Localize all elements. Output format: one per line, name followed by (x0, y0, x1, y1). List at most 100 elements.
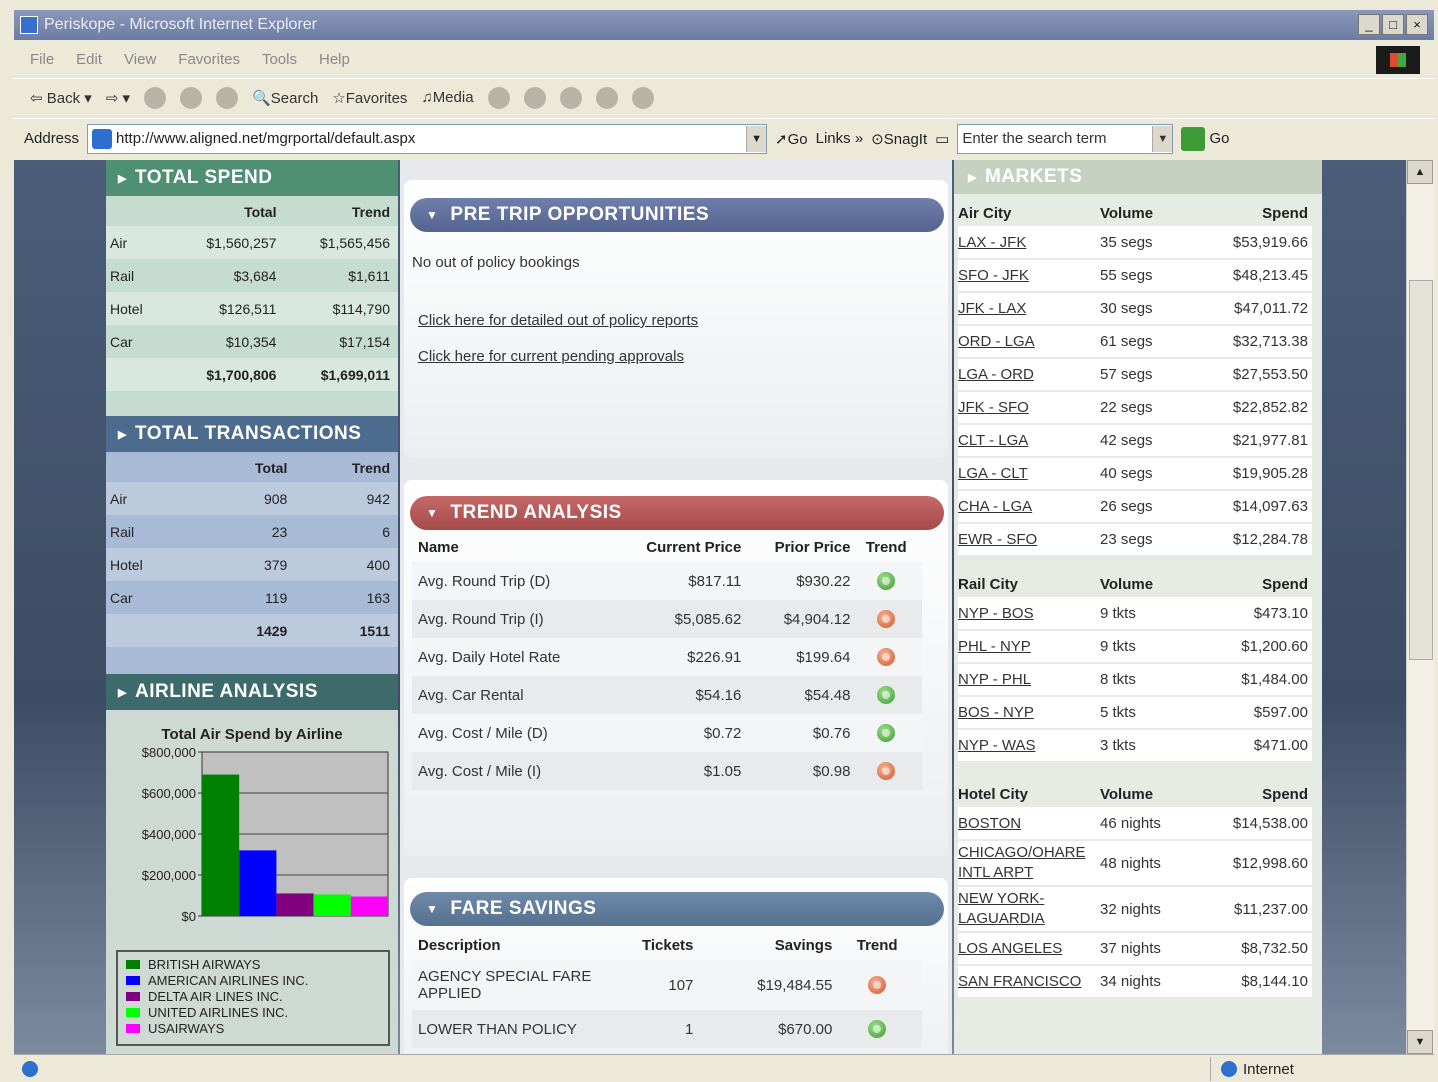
legend-swatch (126, 975, 140, 985)
address-label: Address (24, 130, 80, 147)
maximize-button[interactable]: □ (1382, 14, 1404, 35)
market-city-link[interactable]: EWR - SFO (958, 523, 1100, 557)
menu-favorites[interactable]: Favorites (178, 51, 240, 68)
trend-down-icon (868, 976, 887, 995)
row-label: Rail (110, 523, 135, 540)
market-city-link[interactable]: JFK - SFO (958, 391, 1100, 425)
col-header: Air City (958, 205, 1012, 222)
trend-down-icon (877, 648, 896, 667)
market-city-link[interactable]: CHA - LGA (958, 490, 1100, 524)
market-city-link[interactable]: NYP - PHL (958, 663, 1100, 697)
go-button[interactable]: ➚Go (775, 130, 808, 148)
market-volume: 9 tkts (1100, 630, 1191, 664)
snagit-window-icon[interactable]: ▭ (935, 130, 949, 148)
market-city-link[interactable]: CHICAGO/OHARE INTL ARPT (958, 840, 1100, 887)
pending-approvals-link[interactable]: Click here for current pending approvals (418, 348, 684, 365)
print-icon[interactable] (559, 86, 582, 109)
forward-button[interactable]: ⇨ ▾ (106, 89, 130, 107)
legend-item: AMERICAN AIRLINES INC. (126, 972, 380, 988)
legend-label: USAIRWAYS (148, 1020, 225, 1036)
search-button[interactable]: 🔍Search (252, 89, 318, 107)
trend-value: 6 (382, 523, 390, 540)
stop-icon[interactable] (144, 86, 167, 109)
menu-view[interactable]: View (124, 51, 156, 68)
market-spend: $1,484.00 (1190, 663, 1312, 697)
market-city-link[interactable]: NEW YORK-LAGUARDIA (958, 886, 1100, 933)
menu-help[interactable]: Help (319, 51, 350, 68)
search-dropdown-icon[interactable]: ▼ (1152, 125, 1173, 152)
trend-value: $17,154 (339, 333, 390, 350)
table-row: Air $1,560,257 $1,565,456 (106, 226, 398, 259)
col-header: Hotel City (958, 786, 1029, 803)
triangle-icon: ▶ (118, 686, 127, 699)
legend-swatch (126, 991, 140, 1001)
market-city-link[interactable]: CLT - LGA (958, 424, 1100, 458)
bar-british-airways (202, 774, 240, 916)
media-button[interactable]: ♫Media (421, 89, 473, 106)
fare-savings: $670.00 (701, 1010, 841, 1048)
market-row: LGA - CLT 40 segs $19,905.28 (958, 457, 1312, 491)
market-row: EWR - SFO 23 segs $12,284.78 (958, 523, 1312, 557)
market-volume: 37 nights (1100, 932, 1193, 966)
edit-icon[interactable] (595, 86, 618, 109)
market-city-link[interactable]: JFK - LAX (958, 292, 1100, 326)
scroll-thumb[interactable] (1409, 280, 1433, 660)
market-city-link[interactable]: LGA - ORD (958, 358, 1100, 392)
minimize-button[interactable]: _ (1358, 14, 1380, 35)
market-volume: 40 segs (1100, 457, 1186, 491)
sum-trend: $1,699,011 (284, 358, 398, 391)
fare-description: LOWER THAN POLICY (412, 1010, 602, 1048)
menu-file[interactable]: File (30, 51, 54, 68)
table-row: Hotel $126,511 $114,790 (106, 292, 398, 325)
total-spend-table: Total Trend Air $1,560,257 $1,565,456 Ra… (106, 196, 398, 391)
total-value: 119 (265, 589, 288, 606)
market-city-link[interactable]: NYP - WAS (958, 729, 1100, 763)
market-city-link[interactable]: SFO - JFK (958, 259, 1100, 293)
market-city-link[interactable]: PHL - NYP (958, 630, 1100, 664)
history-icon[interactable] (487, 86, 510, 109)
search-go-button[interactable]: Go (1181, 126, 1230, 151)
close-button[interactable]: × (1406, 14, 1428, 35)
discuss-icon[interactable] (631, 86, 654, 109)
back-button[interactable]: ⇦ Back ▾ (30, 89, 92, 107)
market-city-link[interactable]: LGA - CLT (958, 457, 1100, 491)
zone-label: Internet (1243, 1060, 1294, 1078)
market-city-link[interactable]: LAX - JFK (958, 226, 1100, 260)
windows-logo-icon (1376, 46, 1420, 74)
market-city-link[interactable]: SAN FRANCISCO (958, 965, 1100, 999)
market-row: NYP - BOS 9 tkts $473.10 (958, 597, 1312, 631)
snagit-button[interactable]: ⊙SnagIt (871, 130, 927, 148)
market-city-link[interactable]: NYP - BOS (958, 597, 1100, 631)
vertical-scrollbar[interactable]: ▲ ▼ (1406, 160, 1434, 1054)
table-row: Hotel 379 400 (106, 548, 398, 581)
menu-tools[interactable]: Tools (262, 51, 297, 68)
total-spend-panel: Total Trend Air $1,560,257 $1,565,456 Ra… (106, 196, 398, 416)
out-of-policy-reports-link[interactable]: Click here for detailed out of policy re… (418, 312, 698, 329)
metric-name: Avg. Round Trip (I) (412, 600, 616, 638)
market-volume: 5 tkts (1100, 696, 1191, 730)
market-city-link[interactable]: ORD - LGA (958, 325, 1100, 359)
menu-edit[interactable]: Edit (76, 51, 102, 68)
address-dropdown-icon[interactable]: ▼ (746, 125, 767, 152)
page-viewport: ▶ TOTAL SPEND Total Trend Air $1,560,257 … (14, 160, 1406, 1054)
market-city-link[interactable]: BOS - NYP (958, 696, 1100, 730)
y-tick-label: $200,000 (142, 868, 196, 883)
col-header: Volume (1100, 786, 1154, 803)
market-city-link[interactable]: LOS ANGELES (958, 932, 1100, 966)
col-header (106, 452, 205, 482)
market-city-link[interactable]: BOSTON (958, 807, 1100, 841)
fare-rows: AGENCY SPECIAL FARE APPLIED 107 $19,484.55… (412, 960, 922, 1048)
market-volume: 57 segs (1100, 358, 1186, 392)
scroll-down-icon[interactable]: ▼ (1407, 1030, 1433, 1054)
search-term-input[interactable]: Enter the search term ▼ (957, 123, 1174, 154)
favorites-button[interactable]: ☆Favorites (332, 89, 407, 107)
market-row: BOS - NYP 5 tkts $597.00 (958, 696, 1312, 730)
home-icon[interactable] (216, 86, 239, 109)
refresh-icon[interactable] (180, 86, 203, 109)
links-button[interactable]: Links » (816, 130, 864, 147)
fare-savings-title: FARE SAVINGS (450, 898, 597, 919)
address-input[interactable]: http://www.aligned.net/mgrportal/default… (87, 123, 768, 154)
mail-icon[interactable] (523, 86, 546, 109)
market-spend: $597.00 (1190, 696, 1312, 730)
scroll-up-icon[interactable]: ▲ (1407, 160, 1433, 184)
